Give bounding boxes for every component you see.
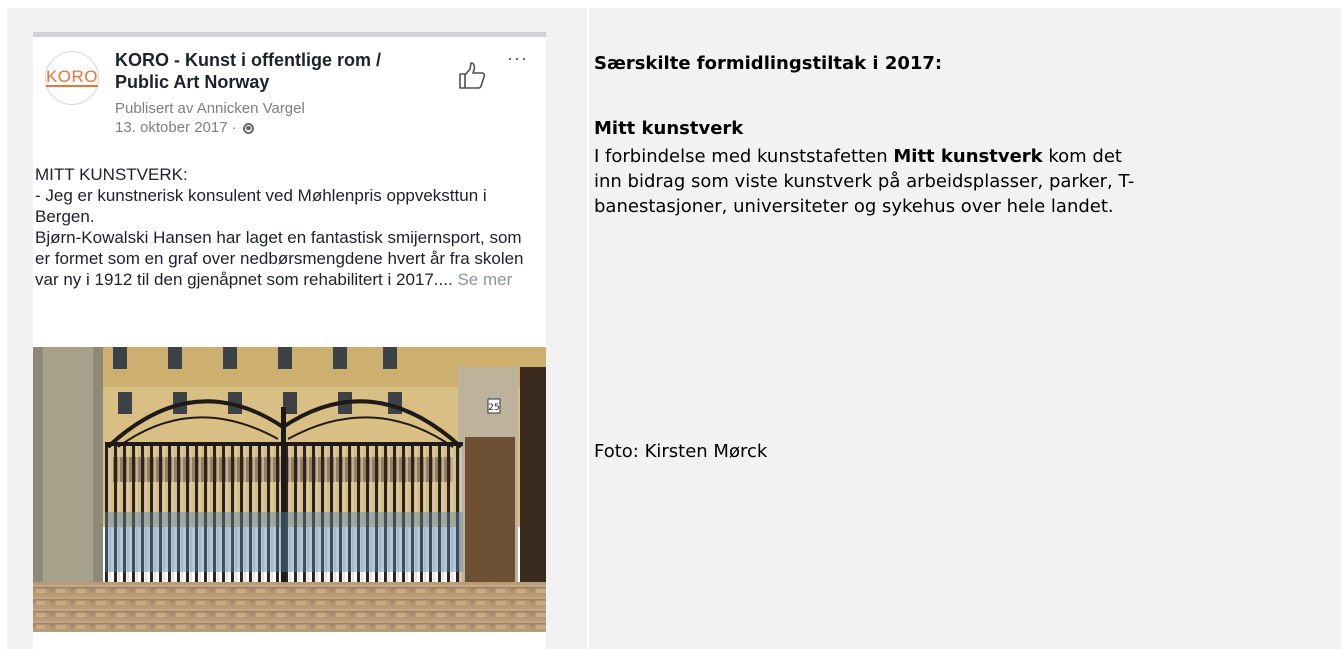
thumbs-up-icon[interactable] (457, 61, 487, 91)
post-text-line1: - Jeg er kunstnerisk konsulent ved Møhle… (35, 186, 487, 226)
post-page-name[interactable]: KORO - Kunst i offentlige rom / Public A… (115, 49, 415, 93)
post-photo-gate[interactable]: 25 (33, 347, 546, 632)
photo-credit: Foto: Kirsten Mørck (594, 441, 768, 462)
globe-icon (242, 123, 254, 134)
section-heading: Særskilte formidlingstiltak i 2017: (594, 53, 943, 74)
post-text-line2-body: Bjørn-Kowalski Hansen har laget en fanta… (35, 228, 524, 289)
see-more-link[interactable]: Se mer (457, 270, 512, 289)
post-date[interactable]: 13. oktober 2017 · (115, 119, 237, 136)
column-divider (587, 8, 589, 649)
photo-house-number: 25 (488, 403, 499, 413)
facebook-post: KORO KORO - Kunst i offentlige rom / Pub… (33, 32, 546, 649)
post-text-line2: Bjørn-Kowalski Hansen har laget en fanta… (35, 227, 540, 290)
post-text-title: MITT KUNSTVERK: (35, 165, 188, 184)
body-bold: Mitt kunstverk (893, 146, 1043, 167)
sub-heading: Mitt kunstverk (594, 118, 744, 139)
koro-logo-icon[interactable]: KORO (45, 51, 99, 105)
post-text: MITT KUNSTVERK: - Jeg er kunstnerisk kon… (35, 164, 540, 290)
post-meta: Publisert av Annicken Vargel 13. oktober… (115, 99, 305, 137)
more-options-icon[interactable]: ··· (507, 49, 528, 67)
post-date-line: 13. oktober 2017 · (115, 118, 305, 137)
avatar-text: KORO (45, 67, 99, 87)
body-text: I forbindelse med kunststafetten Mitt ku… (594, 144, 1154, 219)
content-table: KORO KORO - Kunst i offentlige rom / Pub… (7, 8, 1341, 649)
body-prefix: I forbindelse med kunststafetten (594, 146, 894, 167)
published-by: Publisert av Annicken Vargel (115, 100, 305, 117)
